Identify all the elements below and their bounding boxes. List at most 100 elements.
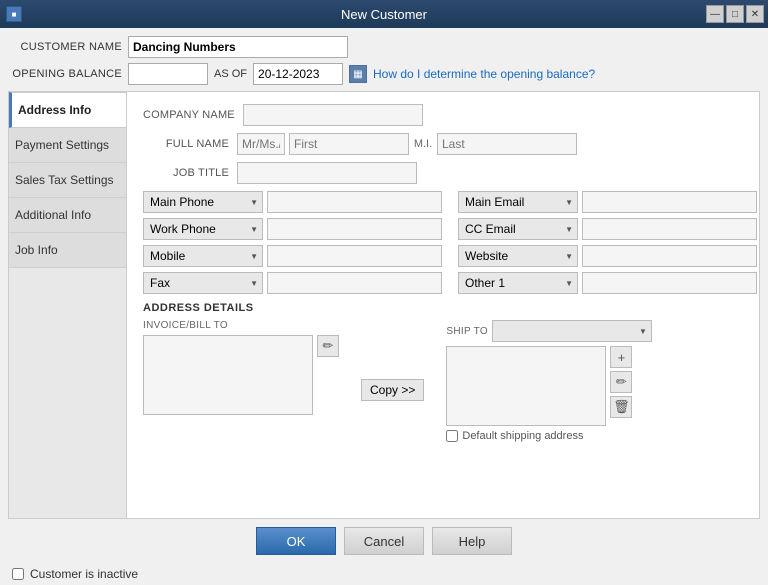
work-phone-row: Work Phone Main Phone Mobile Fax bbox=[143, 218, 442, 240]
full-name-label: FULL NAME bbox=[143, 138, 233, 150]
window-title: New Customer bbox=[341, 7, 427, 22]
job-title-row: JOB TITLE bbox=[143, 162, 743, 184]
invoice-box-wrap: ✏ bbox=[143, 335, 339, 415]
invoice-address-textarea[interactable] bbox=[143, 335, 313, 415]
customer-inactive-checkbox[interactable] bbox=[12, 568, 24, 580]
mobile-select-input[interactable]: Mobile Main Phone Work Phone Fax bbox=[144, 246, 262, 266]
sidebar-item-address-info[interactable]: Address Info bbox=[9, 92, 126, 128]
main-phone-input[interactable] bbox=[267, 191, 442, 213]
ship-to-icons: + ✏ 🗑 bbox=[610, 346, 632, 426]
main-email-select-input[interactable]: Main Email CC Email Website Other 1 bbox=[459, 192, 577, 212]
ship-to-col: SHIP TO + ✏ � bbox=[446, 320, 652, 442]
app-icon: ■ bbox=[6, 6, 22, 22]
main-email-row: Main Email CC Email Website Other 1 bbox=[458, 191, 757, 213]
footer-bar: Customer is inactive bbox=[0, 563, 768, 585]
cc-email-input[interactable] bbox=[582, 218, 757, 240]
content-area: Address Info Payment Settings Sales Tax … bbox=[8, 91, 760, 519]
address-grid: INVOICE/BILL TO ✏ Copy >> bbox=[143, 320, 743, 442]
maximize-button[interactable]: □ bbox=[726, 5, 744, 23]
main-email-input[interactable] bbox=[582, 191, 757, 213]
website-select[interactable]: Website Main Email CC Email Other 1 bbox=[458, 245, 578, 267]
work-phone-select[interactable]: Work Phone Main Phone Mobile Fax bbox=[143, 218, 263, 240]
opening-balance-row: OPENING BALANCE AS OF ▦ How do I determi… bbox=[12, 63, 756, 85]
address-details-section: ADDRESS DETAILS INVOICE/BILL TO ✏ bbox=[143, 302, 743, 442]
ship-to-header: SHIP TO bbox=[446, 320, 652, 342]
cc-email-select[interactable]: CC Email Main Email Website Other 1 bbox=[458, 218, 578, 240]
calendar-icon[interactable]: ▦ bbox=[349, 65, 367, 83]
address-details-title: ADDRESS DETAILS bbox=[143, 302, 743, 314]
sidebar-item-payment-settings[interactable]: Payment Settings bbox=[9, 128, 126, 163]
close-button[interactable]: ✕ bbox=[746, 5, 764, 23]
minimize-button[interactable]: — bbox=[706, 5, 724, 23]
full-name-row: FULL NAME M.I. bbox=[143, 133, 743, 155]
fax-select-input[interactable]: Fax Main Phone Work Phone Mobile bbox=[144, 273, 262, 293]
website-row: Website Main Email CC Email Other 1 bbox=[458, 245, 757, 267]
job-title-label: JOB TITLE bbox=[143, 167, 233, 179]
default-shipping-row: Default shipping address bbox=[446, 430, 652, 442]
other1-input[interactable] bbox=[582, 272, 757, 294]
default-shipping-label: Default shipping address bbox=[462, 430, 583, 442]
phone-column: Main Phone Work Phone Mobile Fax Work Ph… bbox=[143, 191, 442, 294]
ok-button[interactable]: OK bbox=[256, 527, 336, 555]
customer-name-row: CUSTOMER NAME bbox=[12, 36, 756, 58]
customer-name-input[interactable] bbox=[128, 36, 348, 58]
ship-to-select-input[interactable] bbox=[493, 321, 651, 341]
work-phone-input[interactable] bbox=[267, 218, 442, 240]
as-of-label: AS OF bbox=[214, 68, 247, 80]
edit-address-icon[interactable]: ✏ bbox=[317, 335, 339, 357]
add-ship-address-icon[interactable]: + bbox=[610, 346, 632, 368]
work-phone-select-input[interactable]: Work Phone Main Phone Mobile Fax bbox=[144, 219, 262, 239]
opening-balance-label: OPENING BALANCE bbox=[12, 68, 122, 80]
mobile-input[interactable] bbox=[267, 245, 442, 267]
sidebar: Address Info Payment Settings Sales Tax … bbox=[9, 92, 127, 518]
opening-balance-input[interactable] bbox=[128, 63, 208, 85]
mobile-select[interactable]: Mobile Main Phone Work Phone Fax bbox=[143, 245, 263, 267]
cc-email-row: CC Email Main Email Website Other 1 bbox=[458, 218, 757, 240]
customer-inactive-label: Customer is inactive bbox=[30, 567, 138, 581]
invoice-address-icons: ✏ bbox=[317, 335, 339, 415]
edit-ship-address-icon[interactable]: ✏ bbox=[610, 371, 632, 393]
copy-button[interactable]: Copy >> bbox=[361, 379, 424, 401]
job-title-input[interactable] bbox=[237, 162, 417, 184]
website-input[interactable] bbox=[582, 245, 757, 267]
sidebar-item-sales-tax-settings[interactable]: Sales Tax Settings bbox=[9, 163, 126, 198]
fax-input[interactable] bbox=[267, 272, 442, 294]
bottom-bar: OK Cancel Help bbox=[0, 519, 768, 563]
window-controls: — □ ✕ bbox=[706, 5, 764, 23]
top-fields: CUSTOMER NAME OPENING BALANCE AS OF ▦ Ho… bbox=[0, 28, 768, 91]
help-button[interactable]: Help bbox=[432, 527, 512, 555]
website-select-input[interactable]: Website Main Email CC Email Other 1 bbox=[459, 246, 577, 266]
main-phone-select[interactable]: Main Phone Work Phone Mobile Fax bbox=[143, 191, 263, 213]
delete-ship-address-icon[interactable]: 🗑 bbox=[610, 396, 632, 418]
main-phone-row: Main Phone Work Phone Mobile Fax bbox=[143, 191, 442, 213]
other1-select-input[interactable]: Other 1 Main Email CC Email Website bbox=[459, 273, 577, 293]
main-container: CUSTOMER NAME OPENING BALANCE AS OF ▦ Ho… bbox=[0, 28, 768, 585]
invoice-bill-to-label: INVOICE/BILL TO bbox=[143, 320, 339, 331]
other1-row: Other 1 Main Email CC Email Website bbox=[458, 272, 757, 294]
ship-to-textarea[interactable] bbox=[446, 346, 606, 426]
default-shipping-checkbox[interactable] bbox=[446, 430, 458, 442]
email-column: Main Email CC Email Website Other 1 CC E… bbox=[458, 191, 757, 294]
first-name-input[interactable] bbox=[289, 133, 409, 155]
cancel-button[interactable]: Cancel bbox=[344, 527, 424, 555]
sidebar-item-job-info[interactable]: Job Info bbox=[9, 233, 126, 268]
main-email-select[interactable]: Main Email CC Email Website Other 1 bbox=[458, 191, 578, 213]
mi-label: M.I. bbox=[413, 138, 433, 150]
company-name-input[interactable] bbox=[243, 104, 423, 126]
last-name-input[interactable] bbox=[437, 133, 577, 155]
date-input[interactable] bbox=[253, 63, 343, 85]
other1-select[interactable]: Other 1 Main Email CC Email Website bbox=[458, 272, 578, 294]
salutation-input[interactable] bbox=[237, 133, 285, 155]
ship-to-select[interactable] bbox=[492, 320, 652, 342]
sidebar-item-additional-info[interactable]: Additional Info bbox=[9, 198, 126, 233]
ship-to-label: SHIP TO bbox=[446, 326, 488, 337]
company-name-label: COMPANY NAME bbox=[143, 109, 239, 121]
customer-name-label: CUSTOMER NAME bbox=[12, 41, 122, 53]
fax-select[interactable]: Fax Main Phone Work Phone Mobile bbox=[143, 272, 263, 294]
mobile-row: Mobile Main Phone Work Phone Fax bbox=[143, 245, 442, 267]
form-area: COMPANY NAME FULL NAME M.I. JOB TITLE bbox=[127, 92, 759, 518]
cc-email-select-input[interactable]: CC Email Main Email Website Other 1 bbox=[459, 219, 577, 239]
invoice-bill-to-col: INVOICE/BILL TO ✏ bbox=[143, 320, 339, 442]
main-phone-select-input[interactable]: Main Phone Work Phone Mobile Fax bbox=[144, 192, 262, 212]
opening-balance-help-link[interactable]: How do I determine the opening balance? bbox=[373, 67, 595, 81]
